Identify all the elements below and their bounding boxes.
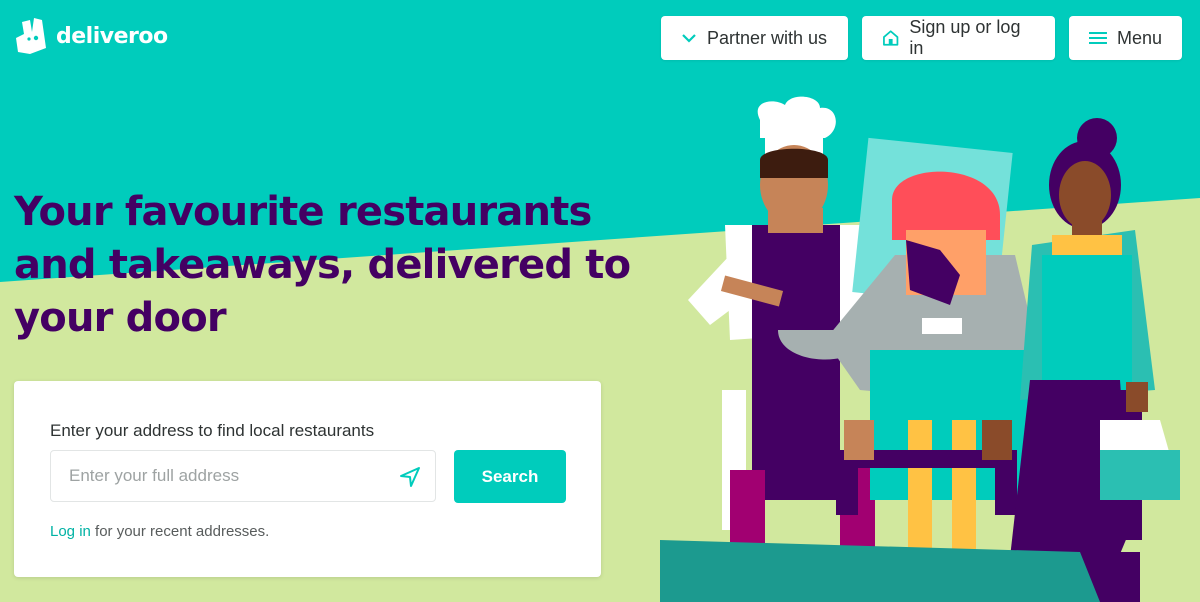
address-prompt: Enter your address to find local restaur… — [50, 421, 375, 440]
rider-illustration — [825, 137, 1040, 560]
search-button[interactable]: Search — [454, 450, 566, 503]
sign-up-or-log-in-button[interactable]: Sign up or log in — [862, 16, 1055, 60]
hero-headline: Your favourite restaurants and takeaways… — [14, 186, 654, 345]
top-nav: Partner with us Sign up or log in Menu — [661, 16, 1182, 60]
address-field[interactable] — [50, 450, 436, 502]
chevron-down-icon — [682, 34, 696, 43]
menu-label: Menu — [1116, 27, 1162, 48]
address-search-card: Enter your address to find local restaur… — [14, 381, 601, 577]
log-in-link[interactable]: Log in — [50, 523, 91, 540]
menu-button[interactable]: Menu — [1069, 16, 1182, 60]
partner-with-us-button[interactable]: Partner with us — [661, 16, 848, 60]
kangaroo-icon — [16, 18, 46, 54]
customer-illustration — [1005, 118, 1180, 602]
hero-illustration — [660, 96, 1180, 602]
deliveroo-logo[interactable]: deliveroo — [14, 18, 168, 54]
brand-name: deliveroo — [56, 23, 168, 49]
headline-line: your door — [14, 295, 227, 341]
home-icon — [883, 30, 899, 46]
partner-with-us-label: Partner with us — [707, 27, 828, 48]
location-arrow-icon[interactable] — [399, 466, 421, 488]
headline-line: and takeaways, delivered to — [14, 242, 631, 288]
headline-line: Your favourite restaurants — [14, 189, 592, 235]
recent-addresses-text: for your recent addresses. — [90, 523, 270, 540]
hamburger-icon — [1089, 32, 1107, 44]
sign-up-or-log-in-label: Sign up or log in — [909, 17, 1021, 58]
address-input[interactable] — [51, 451, 389, 501]
recent-addresses-hint: Log in for your recent addresses. — [50, 523, 269, 540]
